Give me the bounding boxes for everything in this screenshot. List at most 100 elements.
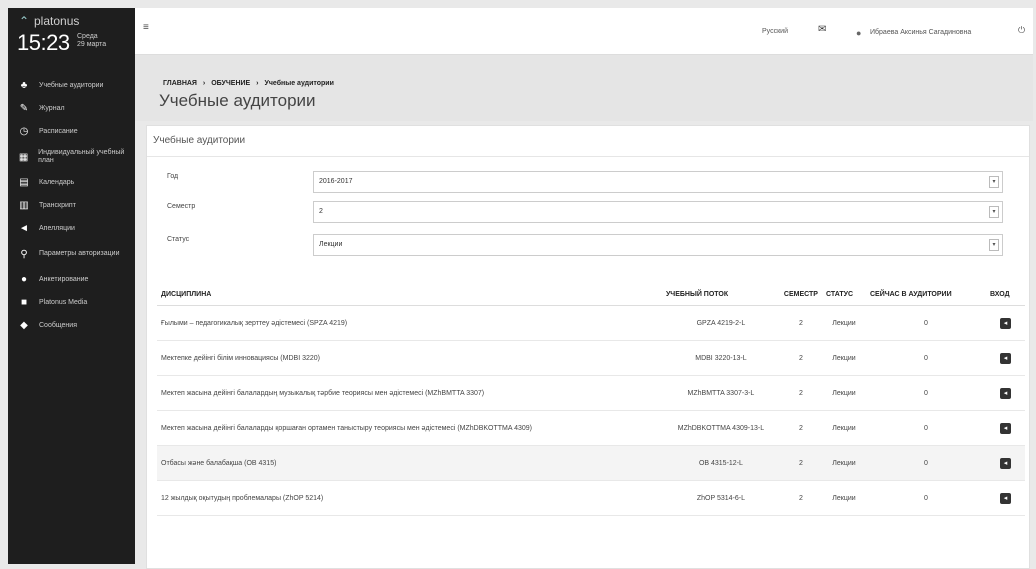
now-in-classroom-cell: 0 <box>865 340 986 376</box>
sidebar: ⌃ platonus 15:23 Среда 29 марта ♣ Учебные… <box>8 8 135 564</box>
sidebar-item-label: Апелляции <box>39 224 75 232</box>
sidebar-item-appeals[interactable]: ◄ Апелляции <box>8 217 135 240</box>
logo-icon: ⌃ <box>19 14 30 28</box>
stream-cell: MZhBMTTA 3307-3-L <box>661 375 780 411</box>
sidebar-item-label: Транскрипт <box>39 201 76 209</box>
sidebar-item-label: Сообщения <box>39 321 77 329</box>
enter-cell: ◂ <box>985 410 1025 446</box>
user-name[interactable]: Ибраева Аксинья Сагадиновна <box>870 29 971 36</box>
sidebar-item-transcript[interactable]: ▥ Транскрипт <box>8 194 135 217</box>
year-select-value: 2016-2017 <box>319 178 353 185</box>
now-in-classroom-cell: 0 <box>865 445 986 481</box>
sidebar-item-label: Параметры авторизации <box>39 250 120 257</box>
filter-semester-row: Семестр 2 ▾ <box>147 201 1029 223</box>
breadcrumb-home[interactable]: ГЛАВНАЯ <box>163 80 197 87</box>
sidebar-item-messages[interactable]: ◆ Сообщения <box>8 314 135 337</box>
semester-select[interactable]: 2 ▾ <box>313 201 1003 223</box>
semester-cell: 2 <box>779 305 822 341</box>
enter-icon[interactable]: ◂ <box>999 352 1011 364</box>
chevron-down-icon: ▾ <box>989 176 999 188</box>
logout-icon[interactable]: ⏻ <box>1018 25 1025 36</box>
sidebar-item-calendar[interactable]: ▤ Календарь <box>8 171 135 194</box>
chevron-down-icon: ▾ <box>989 206 999 218</box>
page-header: ГЛАВНАЯ › ОБУЧЕНИЕ › Учебные аудитории У… <box>135 55 1033 121</box>
discipline-cell: Мектеп жасына дейінгі балаларды қоршаған… <box>157 410 662 446</box>
sidebar-item-label: Platonus Media <box>39 298 88 306</box>
sidebar-item-media[interactable]: ■ Platonus Media <box>8 291 135 314</box>
enter-cell: ◂ <box>985 340 1025 376</box>
enter-icon[interactable]: ◂ <box>999 457 1011 469</box>
breadcrumb-separator: › <box>256 80 259 87</box>
enter-icon[interactable]: ◂ <box>999 317 1011 329</box>
sidebar-item-label: Календарь <box>39 178 75 186</box>
logo[interactable]: ⌃ platonus <box>19 14 79 28</box>
table-row: Отбасы және балабақша (OB 4315) OB 4315-… <box>157 445 1025 481</box>
clock-date-text: 29 марта <box>77 41 107 48</box>
table-row: Ғылыми – педагогикалық зерттеу әдістемес… <box>157 305 1025 341</box>
apology-icon: ◄ <box>19 223 29 234</box>
semester-cell: 2 <box>779 480 822 516</box>
breadcrumb-education[interactable]: ОБУЧЕНИЕ <box>211 80 250 87</box>
classrooms-table: ДИСЦИПЛИНА УЧЕБНЫЙ ПОТОК СЕМЕСТР СТАТУС … <box>157 283 1025 516</box>
sidebar-item-journal[interactable]: ✎ Журнал <box>8 97 135 120</box>
enter-cell: ◂ <box>985 305 1025 341</box>
logo-text: platonus <box>34 14 80 28</box>
sidebar-item-classrooms[interactable]: ♣ Учебные аудитории <box>8 74 135 97</box>
status-select[interactable]: Лекции ▾ <box>313 234 1003 256</box>
sidebar-menu: ♣ Учебные аудитории ✎ Журнал ◷ Расписани… <box>8 74 135 337</box>
status-select-value: Лекции <box>319 241 343 248</box>
column-header-now-in-classroom: СЕЙЧАС В АУДИТОРИИ <box>865 283 986 306</box>
discipline-cell: Мектеп жасына дейінгі балалардың музыкал… <box>157 375 662 411</box>
column-header-semester: СЕМЕСТР <box>779 283 822 306</box>
semester-cell: 2 <box>779 445 822 481</box>
semester-cell: 2 <box>779 410 822 446</box>
enter-icon[interactable]: ◂ <box>999 492 1011 504</box>
sidebar-item-label: Журнал <box>39 104 65 112</box>
filter-status-row: Статус Лекции ▾ <box>147 234 1029 256</box>
status-cell: Лекции <box>821 305 866 341</box>
journal-icon: ✎ <box>19 103 29 114</box>
media-icon: ■ <box>20 297 28 308</box>
clock-time: 15:23 <box>17 30 70 55</box>
table-header-row: ДИСЦИПЛИНА УЧЕБНЫЙ ПОТОК СЕМЕСТР СТАТУС … <box>157 283 1025 306</box>
status-cell: Лекции <box>821 375 866 411</box>
topbar: ≡ Русский ✉ ● Ибраева Аксинья Сагадиновн… <box>135 8 1033 55</box>
chat-icon[interactable]: ✉ <box>818 24 826 35</box>
now-in-classroom-cell: 0 <box>865 305 986 341</box>
hamburger-menu-icon[interactable]: ≡ <box>143 22 149 33</box>
semester-cell: 2 <box>779 340 822 376</box>
enter-icon[interactable]: ◂ <box>999 387 1011 399</box>
breadcrumb-separator: › <box>202 80 206 87</box>
now-in-classroom-cell: 0 <box>865 410 986 446</box>
user-avatar-icon: ● <box>856 28 862 38</box>
sidebar-item-survey[interactable]: ● Анкетирование <box>8 268 135 291</box>
chevron-down-icon: ▾ <box>989 239 999 251</box>
clock-day: Среда <box>77 33 98 40</box>
year-label: Год <box>167 173 179 180</box>
table-row: Мектеп жасына дейінгі балаларды қоршаған… <box>157 410 1025 446</box>
year-select[interactable]: 2016-2017 ▾ <box>313 171 1003 193</box>
calendar-icon: ▤ <box>19 177 29 188</box>
discipline-cell: Ғылыми – педагогикалық зерттеу әдістемес… <box>157 305 662 341</box>
column-header-enter: ВХОД <box>985 283 1025 306</box>
enter-cell: ◂ <box>985 480 1025 516</box>
panel-divider <box>147 156 1029 157</box>
enter-icon[interactable]: ◂ <box>999 422 1011 434</box>
messages-icon: ◆ <box>20 320 28 331</box>
stream-cell: MZhDBKOTTMA 4309-13-L <box>661 410 780 446</box>
sidebar-item-individual-plan[interactable]: ▦ Индивидуальный учебный план <box>8 143 135 171</box>
language-selector[interactable]: Русский <box>762 28 788 35</box>
semester-select-value: 2 <box>319 208 323 215</box>
survey-icon: ● <box>20 274 28 285</box>
clock: 15:23 Среда 29 марта <box>17 30 106 56</box>
plan-icon: ▦ <box>18 151 29 163</box>
now-in-classroom-cell: 0 <box>865 375 986 411</box>
stream-cell: MDBI 3220-13-L <box>661 340 780 376</box>
sidebar-item-label: Анкетирование <box>39 275 89 283</box>
filter-year-row: Год 2016-2017 ▾ <box>147 171 1029 193</box>
stream-cell: GPZA 4219-2-L <box>661 305 780 341</box>
users-icon: ♣ <box>20 80 28 91</box>
table-row: 12 жылдық оқытудың проблемалары (ZhOP 52… <box>157 480 1025 516</box>
sidebar-item-auth-params[interactable]: ⚲ Параметры авторизации <box>8 240 135 268</box>
sidebar-item-schedule[interactable]: ◷ Расписание <box>8 120 135 143</box>
